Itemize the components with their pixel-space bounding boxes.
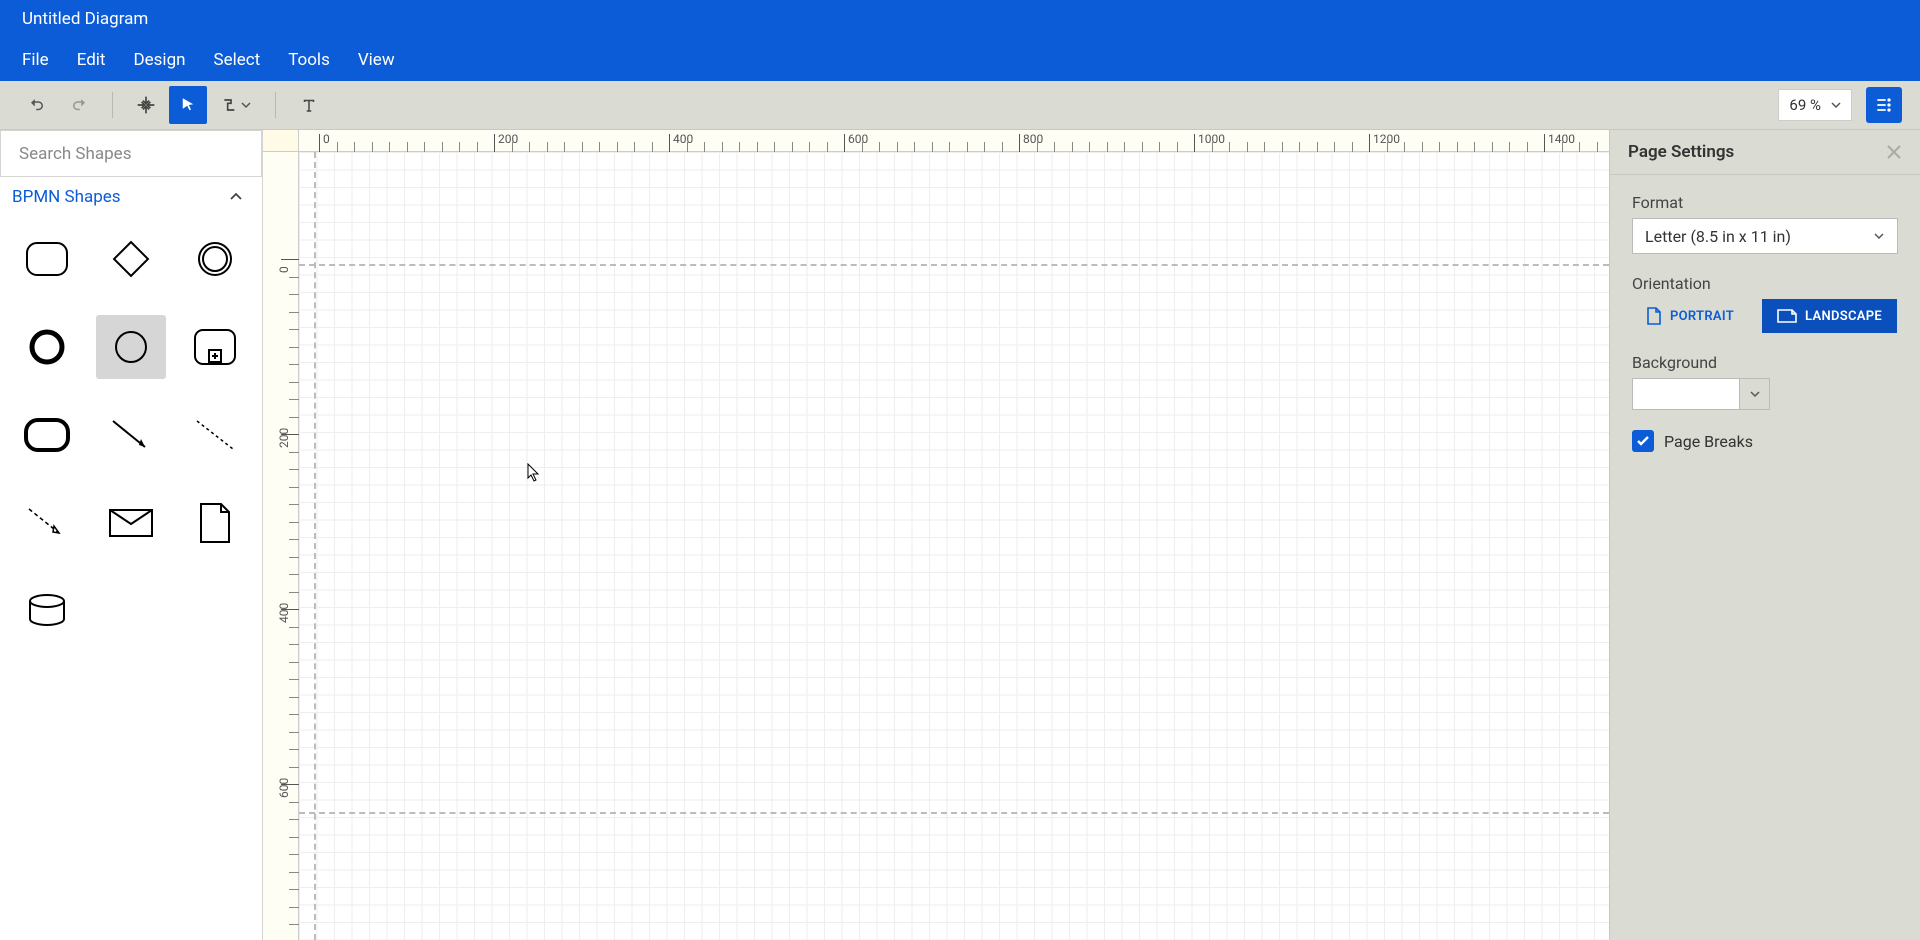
connector-tool-button[interactable] xyxy=(211,86,261,124)
shape-group-header[interactable]: BPMN Shapes xyxy=(0,177,262,217)
orientation-label: Orientation xyxy=(1632,274,1898,293)
document-title[interactable]: Untitled Diagram xyxy=(22,9,148,29)
menu-bar: File Edit Design Select Tools View xyxy=(0,38,1920,81)
menu-tools[interactable]: Tools xyxy=(288,50,330,70)
chevron-down-icon xyxy=(1831,100,1841,110)
ruler-horizontal: 0200400600800100012001400 xyxy=(299,130,1609,152)
format-section: Format Letter (8.5 in x 11 in) xyxy=(1632,193,1898,254)
shape-subprocess-collapsed[interactable] xyxy=(12,403,82,467)
menu-view[interactable]: View xyxy=(358,50,395,70)
page-breaks-label: Page Breaks xyxy=(1664,432,1753,451)
toolbar-separator xyxy=(275,92,276,118)
shape-sequence-flow[interactable] xyxy=(96,403,166,467)
mouse-cursor-icon xyxy=(527,463,541,483)
chevron-down-icon xyxy=(1750,389,1760,399)
format-label: Format xyxy=(1632,193,1898,212)
shapes-panel: Search Shapes BPMN Shapes xyxy=(0,130,263,940)
shape-gateway[interactable] xyxy=(96,227,166,291)
title-bar: Untitled Diagram xyxy=(0,0,1920,38)
close-panel-button[interactable] xyxy=(1886,144,1902,160)
toolbar: 69 % xyxy=(0,81,1920,130)
shape-intermediate-event[interactable] xyxy=(180,227,250,291)
shape-group-label: BPMN Shapes xyxy=(12,187,121,207)
format-select[interactable]: Letter (8.5 in x 11 in) xyxy=(1632,218,1898,254)
background-color-dropdown[interactable] xyxy=(1740,378,1770,410)
ruler-corner xyxy=(263,130,299,152)
canvas-area[interactable]: 0200400600800100012001400 0200400600 xyxy=(263,130,1609,940)
landscape-label: LANDSCAPE xyxy=(1805,309,1882,324)
page-edge xyxy=(314,152,316,940)
shape-palette xyxy=(0,217,262,653)
zoom-level-selector[interactable]: 69 % xyxy=(1778,89,1852,121)
chevron-up-icon xyxy=(228,189,244,205)
shape-data-object[interactable] xyxy=(180,491,250,555)
menu-file[interactable]: File xyxy=(22,50,49,70)
page-break-line xyxy=(299,264,1609,266)
shape-task[interactable] xyxy=(12,227,82,291)
shape-data-source[interactable] xyxy=(12,579,82,643)
orientation-portrait-button[interactable]: PORTRAIT xyxy=(1632,299,1748,333)
chevron-down-icon xyxy=(241,100,251,110)
chevron-down-icon xyxy=(1873,230,1885,242)
page-settings-panel: Page Settings Format Letter (8.5 in x 11… xyxy=(1609,130,1920,940)
toggle-settings-panel-button[interactable] xyxy=(1866,87,1902,123)
page-break-line xyxy=(299,812,1609,814)
check-icon xyxy=(1636,434,1650,448)
orientation-landscape-button[interactable]: LANDSCAPE xyxy=(1762,299,1897,333)
zoom-value: 69 % xyxy=(1789,96,1821,114)
close-icon xyxy=(1886,144,1902,160)
canvas-grid xyxy=(299,152,1609,940)
shape-message[interactable] xyxy=(96,491,166,555)
undo-button[interactable] xyxy=(18,86,56,124)
text-tool-button[interactable] xyxy=(290,86,328,124)
canvas-viewport[interactable] xyxy=(299,152,1609,940)
redo-button[interactable] xyxy=(60,86,98,124)
menu-design[interactable]: Design xyxy=(133,50,185,70)
background-color-swatch[interactable] xyxy=(1632,378,1740,410)
shape-message-flow[interactable] xyxy=(12,491,82,555)
shape-start-event[interactable] xyxy=(96,315,166,379)
landscape-page-icon xyxy=(1777,308,1797,324)
page-breaks-checkbox[interactable] xyxy=(1632,430,1654,452)
format-value: Letter (8.5 in x 11 in) xyxy=(1645,227,1791,246)
portrait-label: PORTRAIT xyxy=(1670,309,1734,324)
search-shapes-input[interactable]: Search Shapes xyxy=(0,130,262,177)
menu-select[interactable]: Select xyxy=(214,50,261,70)
ruler-vertical: 0200400600 xyxy=(263,152,299,940)
shape-association[interactable] xyxy=(180,403,250,467)
background-label: Background xyxy=(1632,353,1898,372)
pointer-tool-button[interactable] xyxy=(169,86,207,124)
settings-title: Page Settings xyxy=(1628,142,1734,162)
background-section: Background xyxy=(1632,353,1898,410)
shape-subprocess-expanded[interactable] xyxy=(180,315,250,379)
menu-edit[interactable]: Edit xyxy=(77,50,106,70)
shape-end-event[interactable] xyxy=(12,315,82,379)
toolbar-separator xyxy=(112,92,113,118)
portrait-page-icon xyxy=(1646,307,1662,325)
search-placeholder: Search Shapes xyxy=(19,144,131,164)
page-breaks-row: Page Breaks xyxy=(1632,430,1898,452)
orientation-section: Orientation PORTRAIT LANDSCAPE xyxy=(1632,274,1898,333)
pan-tool-button[interactable] xyxy=(127,86,165,124)
